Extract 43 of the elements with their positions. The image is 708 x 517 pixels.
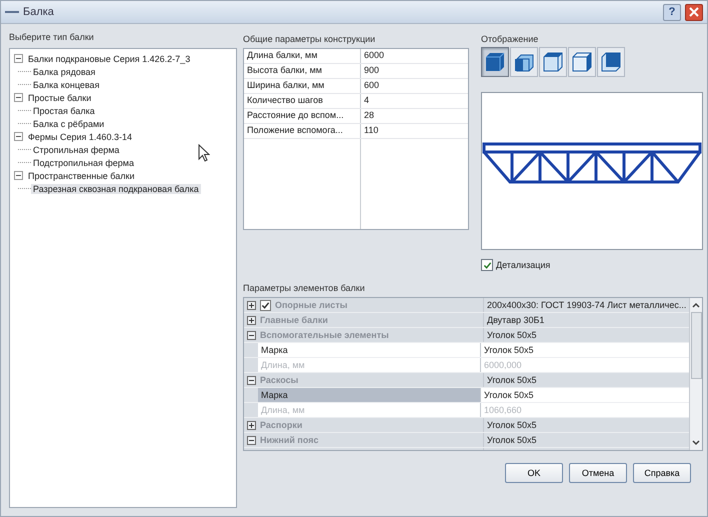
tree-item[interactable]: Разрезная сквозная подкрановая балка — [31, 184, 201, 194]
parameter-name: Количество шагов — [244, 94, 361, 108]
parameter-name: Расстояние до вспом... — [244, 109, 361, 123]
tree-item[interactable]: Простые балки — [26, 92, 94, 102]
tree-item[interactable]: Простая балка — [31, 106, 97, 116]
parameter-value[interactable]: 110 — [361, 124, 468, 138]
property-value[interactable]: Уголок 50x5 — [481, 343, 689, 357]
tree-item[interactable]: Фермы Серия 1.460.3-14 — [26, 132, 134, 142]
tree-item[interactable]: Балка с рёбрами — [31, 118, 106, 128]
parameter-value[interactable]: 900 — [361, 64, 468, 78]
property-value: Уголок 50x5 — [486, 374, 538, 387]
dialog-button[interactable]: OK — [505, 463, 563, 483]
property-name[interactable]: Марка — [258, 388, 480, 402]
checkbox-label: Детализация — [496, 260, 550, 270]
tree-item[interactable]: Балки подкрановые Серия 1.426.2-7_3 — [26, 54, 192, 64]
dialog-button[interactable]: Справка — [633, 463, 691, 483]
property-value: Уголок 50x5 — [486, 434, 538, 447]
property-value: Двутавр 30Б1 — [486, 314, 546, 327]
tree-item[interactable]: Балка рядовая — [31, 66, 98, 76]
tree-item[interactable]: Стропильная ферма — [31, 144, 122, 154]
property-value: Уголок 50x5 — [486, 419, 538, 432]
section-label: Общие параметры конструкции — [243, 34, 376, 44]
parameter-name: Высота балки, мм — [244, 64, 361, 78]
tree-item[interactable]: Балка концевая — [31, 80, 102, 90]
parameter-name: Ширина балки, мм — [244, 79, 361, 93]
property-value: 200x400x30: ГОСТ 19903-74 Лист металличес... — [486, 299, 688, 312]
parameter-value[interactable]: 6000 — [361, 49, 468, 63]
parameter-value[interactable]: 28 — [361, 109, 468, 123]
parameter-value[interactable]: 4 — [361, 94, 468, 108]
help-button[interactable]: ? — [663, 4, 681, 20]
tree-item[interactable]: Пространственные балки — [26, 170, 136, 180]
property-name[interactable]: Марка — [258, 343, 480, 357]
section-label: Выберите тип балки — [9, 32, 95, 42]
dialog-button[interactable]: Отмена — [569, 463, 627, 483]
section-label: Отображение — [481, 34, 540, 44]
tree-item[interactable]: Подстропильная ферма — [31, 158, 136, 168]
parameter-name: Длина балки, мм — [244, 49, 361, 63]
parameter-name: Положение вспомога... — [244, 124, 361, 138]
window-title: Балка — [23, 6, 54, 18]
property-value: Уголок 50x5 — [486, 329, 538, 342]
section-label: Параметры элементов балки — [243, 283, 366, 293]
property-value[interactable]: Уголок 50x5 — [481, 388, 689, 402]
parameter-value[interactable]: 600 — [361, 79, 468, 93]
